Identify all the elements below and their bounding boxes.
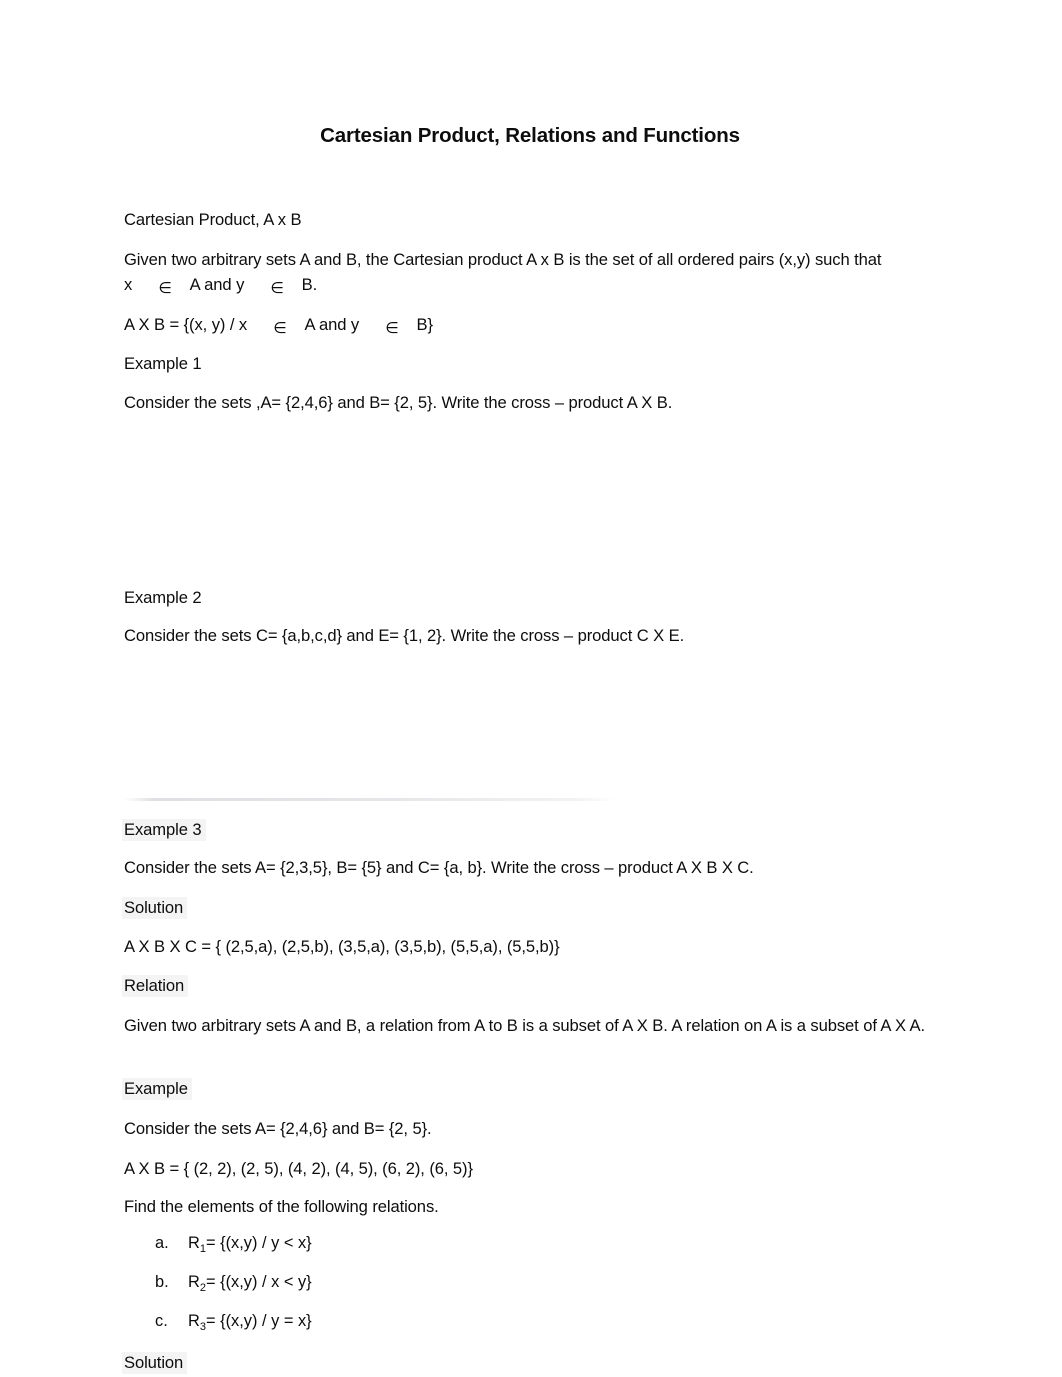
cartesian-set-builder-notation: A X B = {(x, y) / x ∈ A and y ∈ B} <box>124 312 936 338</box>
relation-example-label-text: Example <box>122 1078 192 1100</box>
definition-b-term: B. <box>301 275 318 294</box>
example-3-label: Example 3 <box>122 817 936 842</box>
section-heading-cartesian-product: Cartesian Product, A x B <box>124 210 302 229</box>
list-item: b. R2= {(x,y) / x < y} <box>124 1271 936 1310</box>
relation-definition-r1: R1= {(x,y) / y < x} <box>188 1232 312 1256</box>
relation-name-r2: R <box>188 1273 200 1291</box>
cartesian-definition-line-1: Given two arbitrary sets A and B, the Ca… <box>124 250 882 269</box>
example-3-prompt: Consider the sets A= {2,3,5}, B= {5} and… <box>124 858 754 877</box>
example-2-label: Example 2 <box>124 588 202 607</box>
relation-items-list: a. R1= {(x,y) / y < x} b. R2= {(x,y) / x… <box>124 1232 936 1349</box>
example-2-prompt: Consider the sets C= {a,b,c,d} and E= {1… <box>124 626 685 645</box>
member-of-icon: ∈ <box>270 279 284 297</box>
list-marker-a: a. <box>155 1234 169 1252</box>
relation-name-r1: R <box>188 1234 200 1252</box>
relation-definition: Given two arbitrary sets A and B, a rela… <box>124 1016 926 1035</box>
example-3-solution-label-text: Solution <box>122 897 188 919</box>
relation-example-label: Example <box>122 1076 936 1101</box>
relation-example-sets: Consider the sets A= {2,4,6} and B= {2, … <box>124 1119 432 1138</box>
relation-body-r2: = {(x,y) / x < y} <box>205 1273 312 1291</box>
page-title: Cartesian Product, Relations and Functio… <box>320 124 740 147</box>
set-builder-suffix: B} <box>416 315 434 334</box>
relation-definition-r2: R2= {(x,y) / x < y} <box>188 1271 312 1295</box>
cartesian-definition-line-2: x ∈ A and y ∈ B. <box>124 272 936 298</box>
relation-subscript-r1: 1 <box>199 1243 206 1255</box>
relation-subscript-r3: 3 <box>199 1321 206 1333</box>
example-1-prompt: Consider the sets ,A= {2,4,6} and B= {2,… <box>124 393 673 412</box>
relation-body-r1: = {(x,y) / y < x} <box>205 1234 312 1252</box>
relation-example-product: A X B = { (2, 2), (2, 5), (4, 2), (4, 5)… <box>124 1159 473 1178</box>
relation-heading-text: Relation <box>122 975 189 997</box>
member-of-icon: ∈ <box>385 319 399 337</box>
relation-subscript-r2: 2 <box>199 1282 206 1294</box>
member-of-icon: ∈ <box>158 279 172 297</box>
relation-instruction: Find the elements of the following relat… <box>124 1197 439 1216</box>
section-heading-relation: Relation <box>122 973 936 998</box>
relation-solution-label: Solution <box>122 1350 936 1375</box>
list-item: c. R3= {(x,y) / y = x} <box>124 1310 936 1349</box>
set-builder-prefix: A X B = {(x, y) / x <box>124 315 248 334</box>
member-of-icon: ∈ <box>273 319 287 337</box>
relation-body-r3: = {(x,y) / y = x} <box>205 1312 312 1330</box>
relation-name-r3: R <box>188 1312 200 1330</box>
relation-solution-label-text: Solution <box>122 1352 188 1374</box>
example-3-solution-body: A X B X C = { (2,5,a), (2,5,b), (3,5,a),… <box>124 937 560 956</box>
list-marker-b: b. <box>155 1273 169 1291</box>
example-3-solution-label: Solution <box>122 895 936 920</box>
example-1-label: Example 1 <box>124 354 202 373</box>
list-item: a. R1= {(x,y) / y < x} <box>124 1232 936 1271</box>
relation-definition-r3: R3= {(x,y) / y = x} <box>188 1310 312 1334</box>
faint-separator-band <box>124 798 616 801</box>
example-3-label-text: Example 3 <box>122 819 206 841</box>
list-marker-c: c. <box>155 1312 168 1330</box>
definition-x-term: x <box>124 275 133 294</box>
document-page: Cartesian Product, Relations and Functio… <box>0 0 1062 1377</box>
definition-a-and-y-term: A and y <box>189 275 245 294</box>
set-builder-middle: A and y <box>304 315 360 334</box>
